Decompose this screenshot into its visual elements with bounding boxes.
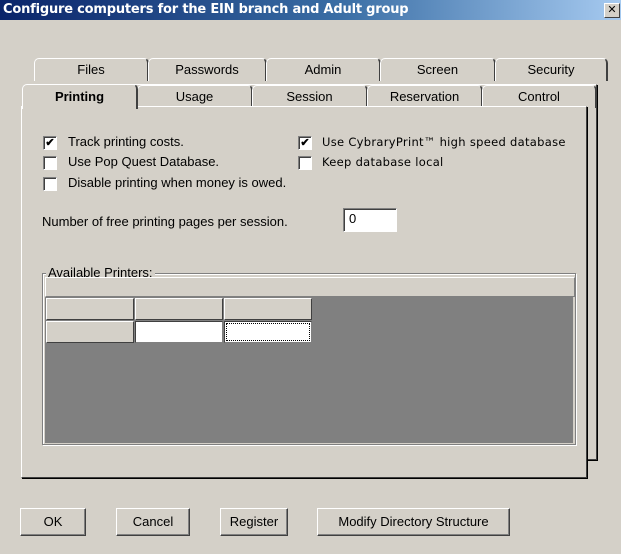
tab-printing[interactable]: Printing <box>22 84 138 109</box>
tab-session[interactable]: Session <box>252 85 368 108</box>
printers-header-bar <box>45 277 575 297</box>
printing-panel: ✔ Track printing costs. Use Pop Quest Da… <box>21 106 587 478</box>
pop-quest-label: Use Pop Quest Database. <box>68 154 220 169</box>
disable-owed-checkbox[interactable] <box>43 177 57 191</box>
keep-local-checkbox[interactable] <box>298 156 312 170</box>
grid-header-cell[interactable] <box>46 298 134 320</box>
tab-admin[interactable]: Admin <box>266 58 381 81</box>
tab-screen[interactable]: Screen <box>380 58 496 81</box>
grid-cell-focused[interactable] <box>224 321 312 343</box>
tab-security[interactable]: Security <box>495 58 608 81</box>
free-pages-label: Number of free printing pages per sessio… <box>42 214 288 229</box>
cybraryprint-checkbox[interactable]: ✔ <box>298 136 312 150</box>
close-icon[interactable]: ✕ <box>604 3 620 18</box>
grid-row-header-cell[interactable] <box>46 321 134 343</box>
disable-owed-label: Disable printing when money is owed. <box>68 175 287 190</box>
cancel-button[interactable]: Cancel <box>116 508 190 536</box>
keep-local-label: Keep database local <box>322 155 444 169</box>
tab-files[interactable]: Files <box>34 58 149 81</box>
free-pages-input[interactable]: 0 <box>343 208 397 232</box>
printers-grid[interactable] <box>45 297 573 443</box>
tab-passwords[interactable]: Passwords <box>148 58 267 81</box>
cybraryprint-label: Use CybraryPrint™ high speed database <box>322 135 566 149</box>
check-icon: ✔ <box>300 137 310 149</box>
track-costs-label: Track printing costs. <box>68 134 184 149</box>
tab-control[interactable]: Control <box>482 85 597 108</box>
window-title: Configure computers for the EIN branch a… <box>3 2 409 17</box>
tab-usage[interactable]: Usage <box>137 85 253 108</box>
register-button[interactable]: Register <box>220 508 288 536</box>
pop-quest-checkbox[interactable] <box>43 156 57 170</box>
tab-reservation[interactable]: Reservation <box>367 85 483 108</box>
track-costs-checkbox[interactable]: ✔ <box>43 136 57 150</box>
grid-header-cell[interactable] <box>135 298 223 320</box>
check-icon: ✔ <box>45 137 55 149</box>
grid-cell[interactable] <box>135 321 223 343</box>
grid-header-cell[interactable] <box>224 298 312 320</box>
ok-button[interactable]: OK <box>20 508 86 536</box>
modify-directory-structure-button[interactable]: Modify Directory Structure <box>317 508 510 536</box>
title-bar: Configure computers for the EIN branch a… <box>0 0 621 20</box>
